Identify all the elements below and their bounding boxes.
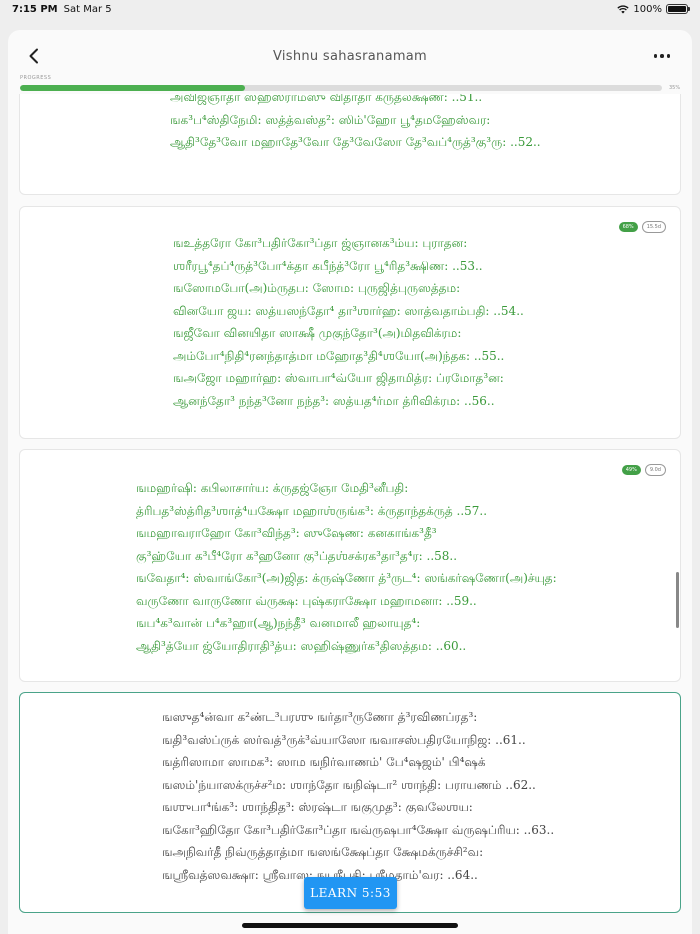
card-badges: 68% 15.5d	[618, 221, 666, 233]
verse-line: ஙஅஜோ மஹார்ஹ: ஸ்வாபா⁴வ்யோ ஜிதாமித்ர: ப்ரம…	[173, 371, 504, 385]
verse-line: த்ரிபத³ஸ்த்ரித³ஶாத்⁴யக்ஷோ மஹாஶ்ருங்க³: க…	[136, 503, 488, 518]
nav-bar: Vishnu sahasranamam	[8, 30, 692, 82]
progress-bar	[20, 85, 662, 91]
more-dot-icon	[666, 54, 671, 58]
more-options-button[interactable]	[650, 46, 674, 66]
verse-line: ஆதி³த்யோ ஜ்யோதிராதி³த்ய: ஸஹிஷ்ணுர்க³திஸத…	[136, 638, 467, 653]
verse-line: ஙஉத்தரோ கோ³பதிர்கோ³ப்தா ஜ்ஞானக³ம்ய: புரா…	[173, 236, 468, 250]
verse-list[interactable]: அவிஜ்ஞாதா ஸஹஸ்ராம்ஸு விதாதா க்ருதலக்ஷண: …	[8, 94, 692, 934]
verse-block: ஙஉத்தரோ கோ³பதிர்கோ³ப்தா ஜ்ஞானக³ம்ய: புரா…	[173, 232, 524, 412]
progress-badge: 68%	[618, 222, 638, 232]
verse-line: ஶரீரபூ⁴தப்⁴ருத்³போ⁴க்தா கபீந்த்³ரோ பூ⁴ரி…	[173, 258, 483, 273]
learn-button[interactable]: LEARN 5:53	[304, 877, 397, 909]
verse-line: ஙஸுத⁴ன்வா க²ண்ட³பரஶு ஙர்தா³ருணோ த்³ரவிணப…	[162, 710, 478, 724]
verse-line: ஙக³ப⁴ஸ்திநேமி: ஸத்த்வஸ்த²: ஸிம்'ஹோ பூ⁴தம…	[170, 112, 491, 127]
status-bar: 7:15 PM Sat Mar 5 100%	[0, 0, 700, 18]
status-time: 7:15 PM	[12, 3, 58, 15]
verse-card[interactable]: 49% 9.0d ஙமஹர்ஷி: கபிலாசார்ய: க்ருதஜ்ஞோ …	[19, 449, 681, 682]
progress-badge: 49%	[621, 465, 641, 475]
verse-line: அம்போ⁴நிதி⁴ரனந்தாத்மா மஹோத³தி⁴ஶயோ(அ)ந்தக…	[173, 348, 505, 363]
verse-line: ஙகோ³ஹிதோ கோ³பதிர்கோ³ப்தா ஙவ்ருஷபா⁴க்ஷோ வ…	[162, 822, 555, 837]
verse-line: ஙமஹர்ஷி: கபிலாசார்ய: க்ருதஜ்ஞோ மேதி³னீபத…	[136, 481, 409, 495]
verse-line: வருணோ வாருணோ வ்ருக்ஷ: புஷ்கராக்ஷோ மஹாமனா…	[136, 593, 477, 608]
verse-line: ஙமஹாவராஹோ கோ³விந்த³: ஸுஷேண: கனகாங்க³தீ³	[136, 526, 437, 540]
page-title: Vishnu sahasranamam	[272, 48, 428, 64]
days-badge: 9.0d	[644, 464, 666, 476]
verse-line: ஙஶுபா⁴ங்க³: ஶாந்தித³: ஸ்ரஷ்டா ஙகுமுத³: க…	[162, 800, 473, 814]
home-indicator[interactable]	[242, 923, 458, 928]
verse-line: ஙஜீவோ வினயிதா ஸாக்ஷீ முகுந்தோ³(அ)மிதவிக்…	[173, 326, 462, 340]
verse-card[interactable]: அவிஜ்ஞாதா ஸஹஸ்ராம்ஸு விதாதா க்ருதலக்ஷண: …	[19, 94, 681, 195]
main-sheet: Vishnu sahasranamam PROGRESS 35% அவிஜ்ஞா…	[8, 30, 692, 934]
progress-fill	[20, 85, 245, 91]
more-dot-icon	[660, 54, 664, 58]
verse-line: ஙஅநிவர்தீ நிவ்ருத்தாத்மா ஙஸங்க்ஷேப்தா க்…	[162, 845, 484, 859]
verse-line: அவிஜ்ஞாதா ஸஹஸ்ராம்ஸு விதாதா க்ருதலக்ஷண: …	[170, 94, 483, 104]
status-right: 100%	[617, 3, 690, 15]
verse-line: ஙவேதா⁴: ஸ்வாங்கோ³(அ)ஜித: க்ருஷ்ணோ த்³ருட…	[136, 571, 557, 585]
verse-line: வினயோ ஜய: ஸத்யஸந்தோ⁴ தா³ஶார்ஹ: ஸாத்வதாம்…	[173, 303, 524, 318]
battery-icon	[666, 4, 690, 14]
verse-block: அவிஜ்ஞாதா ஸஹஸ்ராம்ஸு விதாதா க்ருதலக்ஷண: …	[170, 94, 541, 154]
more-dot-icon	[653, 54, 658, 58]
verse-block: ஙமஹர்ஷி: கபிலாசார்ய: க்ருதஜ்ஞோ மேதி³னீபத…	[136, 477, 557, 657]
card-badges: 49% 9.0d	[621, 464, 666, 476]
verse-block: ஙஸுத⁴ன்வா க²ண்ட³பரஶு ஙர்தா³ருணோ த்³ரவிணப…	[162, 706, 554, 886]
progress-label: PROGRESS	[20, 75, 52, 81]
verse-card[interactable]: 68% 15.5d ஙஉத்தரோ கோ³பதிர்கோ³ப்தா ஜ்ஞானக…	[19, 206, 681, 439]
battery-percent: 100%	[633, 3, 662, 15]
days-badge: 15.5d	[641, 221, 666, 233]
verse-line: ஆனந்தோ³ நந்த³னோ நந்த³: ஸத்யத⁴ர்மா த்ரிவி…	[173, 393, 495, 408]
verse-line: ஙப⁴க³வான் ப⁴க³ஹா(ஆ)நந்தீ³ வனமாலீ ஹலாயுத⁴…	[136, 616, 421, 630]
verse-line: ஙத்ரிஸாமா ஸாமக³: ஸாம ஙநிர்வாணம்' பே⁴ஷஜம்…	[162, 755, 486, 769]
chevron-left-icon	[29, 48, 38, 64]
verse-line: கு³ஹ்யோ க³பீ⁴ரோ க³ஹனோ கு³ப்தஶ்சக்ரக³தா³த…	[136, 548, 458, 563]
verse-line: ஙதி³வஸ்ப்ருக் ஸர்வத்³ருக்³வ்யாஸோ ஙவாசஸ்ப…	[162, 732, 526, 747]
progress-percent: 35%	[669, 85, 681, 91]
verse-line: ஙஸம்'ந்யாஸக்ருச்ச²ம: ஶாந்தோ ஙநிஷ்டா² ஶாந…	[162, 777, 536, 792]
back-button[interactable]	[22, 44, 46, 68]
verse-line: ஙஸோமபோ(அ)ம்ருதப: ஸோம: புருஜித்புருஸத்தம:	[173, 281, 461, 295]
wifi-icon	[617, 4, 630, 13]
scrollbar[interactable]	[676, 572, 679, 628]
status-date: Sat Mar 5	[63, 3, 112, 15]
verse-line: ஆதி³தே³வோ மஹாதே³வோ தே³வேஸோ தே³வப்⁴ருத்³க…	[170, 135, 541, 149]
